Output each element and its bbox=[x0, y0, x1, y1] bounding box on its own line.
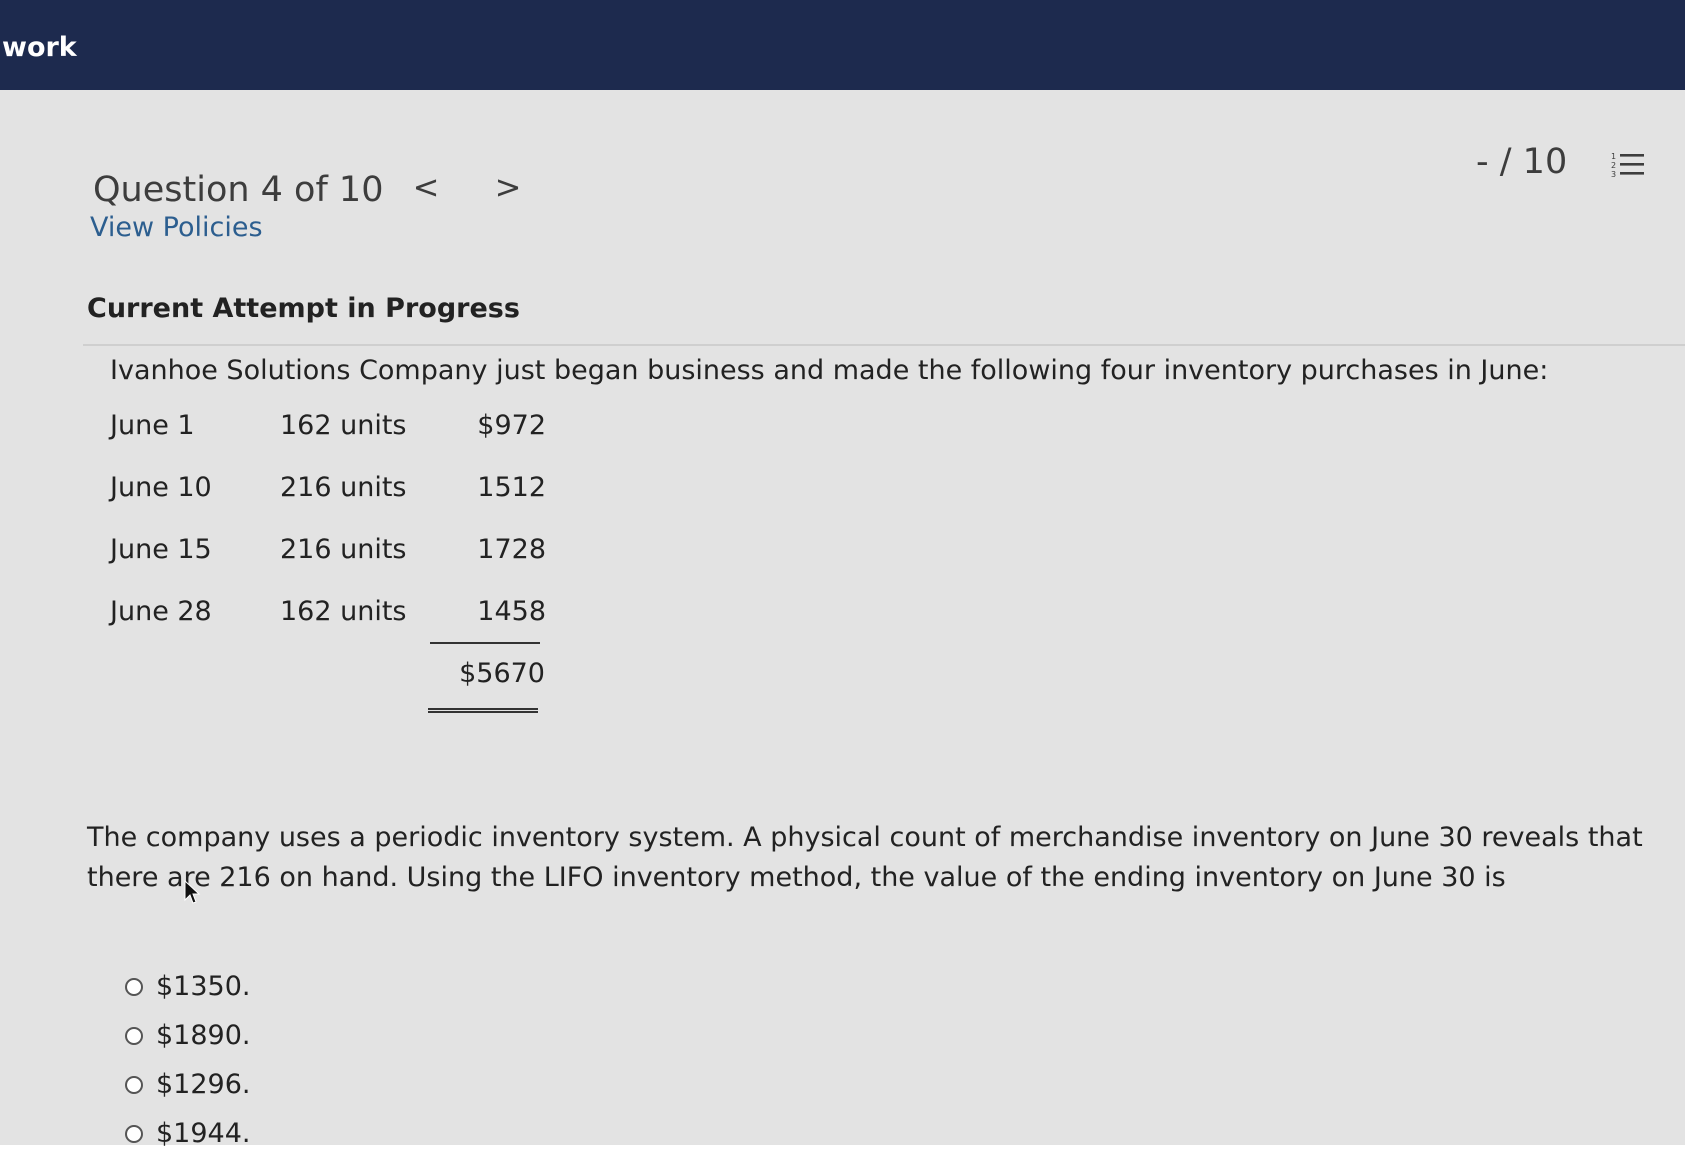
attempt-title: Current Attempt in Progress bbox=[87, 293, 520, 324]
next-question-button[interactable]: > bbox=[493, 168, 523, 206]
previous-question-button[interactable]: < bbox=[411, 168, 441, 206]
answer-option-label: $1350. bbox=[156, 971, 251, 1002]
purchase-date: June 1 bbox=[110, 410, 195, 441]
answer-option[interactable]: $1944. bbox=[125, 1109, 250, 1158]
mouse-pointer-icon bbox=[184, 879, 202, 910]
svg-text:3: 3 bbox=[1611, 170, 1616, 179]
app-title: work bbox=[2, 32, 77, 63]
answer-option[interactable]: $1890. bbox=[125, 1011, 250, 1060]
radio-button[interactable] bbox=[125, 1026, 143, 1045]
purchase-units: 216 units bbox=[280, 534, 407, 565]
answer-option[interactable]: $1296. bbox=[125, 1060, 250, 1109]
svg-text:1: 1 bbox=[1611, 152, 1616, 161]
purchase-cost: $972 bbox=[477, 410, 546, 441]
purchase-cost: 1458 bbox=[477, 596, 546, 627]
purchases-total: $5670 bbox=[459, 658, 545, 689]
top-bar: work bbox=[0, 0, 1685, 90]
view-policies-link[interactable]: View Policies bbox=[90, 212, 263, 243]
answer-option-label: $1296. bbox=[156, 1069, 251, 1100]
answer-options: $1350. $1890. $1296. $1944. bbox=[125, 962, 250, 1158]
answer-option-label: $1890. bbox=[156, 1020, 251, 1051]
purchase-cost: 1728 bbox=[477, 534, 546, 565]
radio-button[interactable] bbox=[125, 1124, 143, 1143]
answer-option-label: $1944. bbox=[156, 1118, 251, 1149]
svg-text:2: 2 bbox=[1611, 161, 1616, 170]
question-counter: Question 4 of 10 bbox=[93, 170, 384, 210]
purchase-cost: 1512 bbox=[477, 472, 546, 503]
purchase-date: June 10 bbox=[110, 472, 212, 503]
subtotal-rule bbox=[430, 642, 540, 644]
radio-button[interactable] bbox=[125, 1075, 143, 1094]
question-stem: The company uses a periodic inventory sy… bbox=[87, 822, 1643, 893]
question-intro: Ivanhoe Solutions Company just began bus… bbox=[110, 355, 1549, 386]
purchase-units: 162 units bbox=[280, 410, 407, 441]
question-header: Question 4 of 10 < > - / 10 1 2 3 bbox=[93, 130, 1653, 210]
purchase-units: 162 units bbox=[280, 596, 407, 627]
purchase-units: 216 units bbox=[280, 472, 407, 503]
purchase-date: June 15 bbox=[110, 534, 212, 565]
numbered-list-icon-graphic: 1 2 3 bbox=[1611, 152, 1644, 179]
purchase-date: June 28 bbox=[110, 596, 212, 627]
total-double-rule bbox=[428, 708, 538, 713]
numbered-list-icon[interactable]: 1 2 3 bbox=[1610, 150, 1646, 180]
radio-button[interactable] bbox=[125, 977, 143, 996]
question-page: Question 4 of 10 < > - / 10 1 2 3 View P… bbox=[0, 90, 1685, 1149]
score-display: - / 10 bbox=[1476, 142, 1568, 182]
answer-option[interactable]: $1350. bbox=[125, 962, 250, 1011]
section-divider bbox=[83, 344, 1685, 346]
